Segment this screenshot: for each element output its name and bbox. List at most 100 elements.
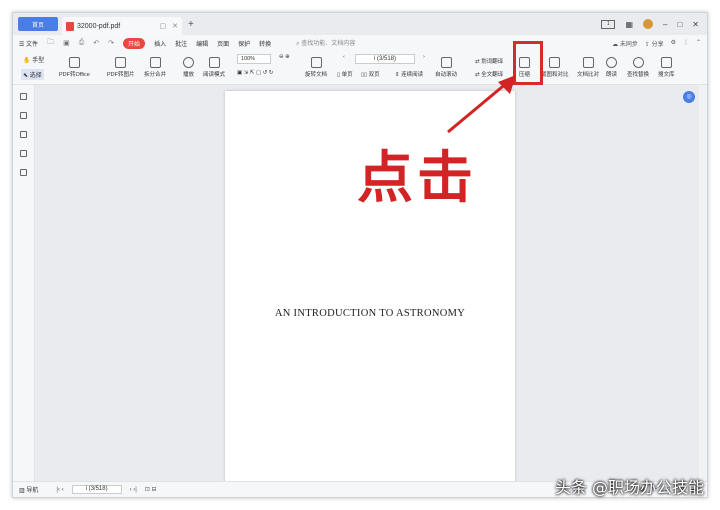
play-button[interactable]: 播放 [183,57,194,78]
view-tools-icons[interactable]: ▣ ⇲ ⇱ ▢ ↺ ↻ [237,70,273,76]
pdf-to-office-button[interactable]: PDF转Office [59,57,90,78]
screenshot-compare-button[interactable]: 截图和对比 [541,57,569,78]
maximize-icon[interactable]: □ [677,20,682,29]
menu-insert[interactable]: 插入 [154,39,166,48]
collapse-icon[interactable]: ⌃ [696,39,701,48]
next-last-page-icons[interactable]: › ›| [130,487,137,493]
assistant-icon[interactable]: ◎ [683,91,695,103]
status-page-input[interactable]: i (3/518) [71,485,122,494]
menu-start[interactable]: 开始 [123,37,146,49]
rotate-button[interactable]: 旋转文档 [305,57,327,78]
select-tool[interactable]: ⬉ 选择 [21,69,44,80]
sync-label: 未同步 [619,41,638,48]
bookmark-icon[interactable] [20,93,27,100]
select-label: 选择 [29,73,42,79]
read-mode-label: 阅读模式 [203,72,226,78]
next-page-icon[interactable]: › [423,54,425,60]
redo-icon[interactable]: ↷ [108,39,114,47]
page-input[interactable]: i (3/518) [355,54,415,64]
split-merge-label: 拆分合并 [144,72,167,78]
find-replace-label: 查找替换 [627,72,650,78]
new-tab-button[interactable]: + [188,19,194,30]
arrow-annotation [447,75,516,134]
play-icon [183,57,194,68]
signature-icon[interactable] [20,169,27,176]
library-icon [660,57,672,68]
pdf-to-office-label: PDF转Office [59,72,90,78]
watermark: 头条 @职场办公技能 [554,478,704,497]
single-page-label: 单页 [341,72,353,78]
continuous-button[interactable]: ⇕ 连续阅读 [395,70,423,78]
share-label: 分享 [651,41,664,48]
menu-convert[interactable]: 转换 [259,39,271,48]
speaker-icon [606,57,617,68]
scroll-icon [440,57,452,68]
menu-protect[interactable]: 保护 [238,39,250,48]
more-icon[interactable]: ⋮ [683,39,689,48]
text-compare-button[interactable]: 文档比对 [577,57,599,78]
prev-page-icon[interactable]: ‹ [343,54,345,60]
avatar[interactable] [643,19,653,29]
close-icon[interactable]: ✕ [692,20,699,29]
vertical-scrollbar[interactable] [699,85,707,483]
search-placeholder: 查找功能、文档内容 [301,41,356,47]
double-page-button[interactable]: ▯▯ 双页 [361,70,380,78]
arrow-line [447,80,509,134]
read-aloud-button[interactable]: 朗读 [606,57,617,78]
open-icon[interactable]: 🗀 [47,38,54,49]
screenshot-compare-label: 截图和对比 [541,72,569,78]
document-title: AN INTRODUCTION TO ASTRONOMY [274,308,466,319]
sync-status[interactable]: ☁ 未同步 [612,39,638,48]
split-icon [149,57,161,68]
tab-close-icon[interactable]: ✕ [172,22,178,30]
search-input[interactable]: ⌕ 查找功能、文档内容 [296,38,355,48]
menu-file[interactable]: ☰ 文件 [19,39,38,48]
convert-icon [68,57,80,68]
undo-icon[interactable]: ↶ [93,39,99,47]
hand-label: 手型 [32,58,45,64]
tab-document[interactable]: 32000-pdf.pdf ▢ ✕ [62,17,182,35]
search-library-label: 搜文库 [658,72,675,78]
save-icon[interactable]: ▣ [63,39,70,47]
single-page-button[interactable]: ▯ 单页 [337,70,353,78]
arrow-head [498,75,516,94]
print-icon[interactable]: ⎙ [79,39,85,47]
attachment-icon[interactable] [20,150,27,157]
click-annotation: 点击 [357,146,477,211]
zoom-select[interactable]: 100% [237,54,271,64]
tab-pin-icon[interactable]: ▢ [160,22,167,30]
split-merge-button[interactable]: 拆分合并 [144,57,166,78]
share-button[interactable]: ⇪ 分享 [645,39,664,48]
find-replace-button[interactable]: 查找替换 [627,57,649,78]
read-mode-button[interactable]: 阅读模式 [203,57,225,78]
nav-toggle[interactable]: ▥ 导航 [19,485,38,494]
left-sidebar [13,85,35,483]
menu-page[interactable]: 页面 [217,39,229,48]
pdf-file-icon [66,21,74,31]
comment-icon[interactable] [20,131,27,138]
layout-icon[interactable]: 1 [601,19,616,29]
menu-file-label: 文件 [26,41,39,48]
app-window: 首页 32000-pdf.pdf ▢ ✕ + 1 ▦ – □ ✕ ☰ 文件 🗀 … [12,12,708,498]
pdf-to-image-button[interactable]: PDF转图片 [107,57,135,78]
settings-icon[interactable]: ⚙ [671,39,676,48]
thumbnail-icon[interactable] [20,112,27,119]
pdf-to-image-label: PDF转图片 [107,72,135,78]
minimize-icon[interactable]: – [663,20,667,29]
first-prev-page-icons[interactable]: |‹ ‹ [56,487,63,493]
tab-home[interactable]: 首页 [18,17,58,31]
fit-icons[interactable]: ⊡ ⊟ [145,486,157,493]
grid-icon[interactable]: ▦ [625,20,633,29]
menu-edit[interactable]: 编辑 [196,39,208,48]
nav-label: 导航 [26,488,39,494]
search-library-button[interactable]: 搜文库 [658,57,675,78]
hand-tool[interactable]: ✋ 手型 [23,55,44,64]
rotate-label: 旋转文档 [305,72,328,78]
zoom-in-out-icons[interactable]: ⊖ ⊕ [279,54,290,60]
double-page-label: 双页 [368,72,380,78]
ribbon-toolbar: ✋ 手型 ⬉ 选择 PDF转Office PDF转图片 拆分合并 播放 阅读模式… [13,51,707,85]
image-icon [115,57,127,68]
menu-annotate[interactable]: 批注 [175,39,187,48]
word-translate-button[interactable]: ⇄ 划词翻译 [475,57,503,65]
text-compare-label: 文档比对 [577,72,600,78]
